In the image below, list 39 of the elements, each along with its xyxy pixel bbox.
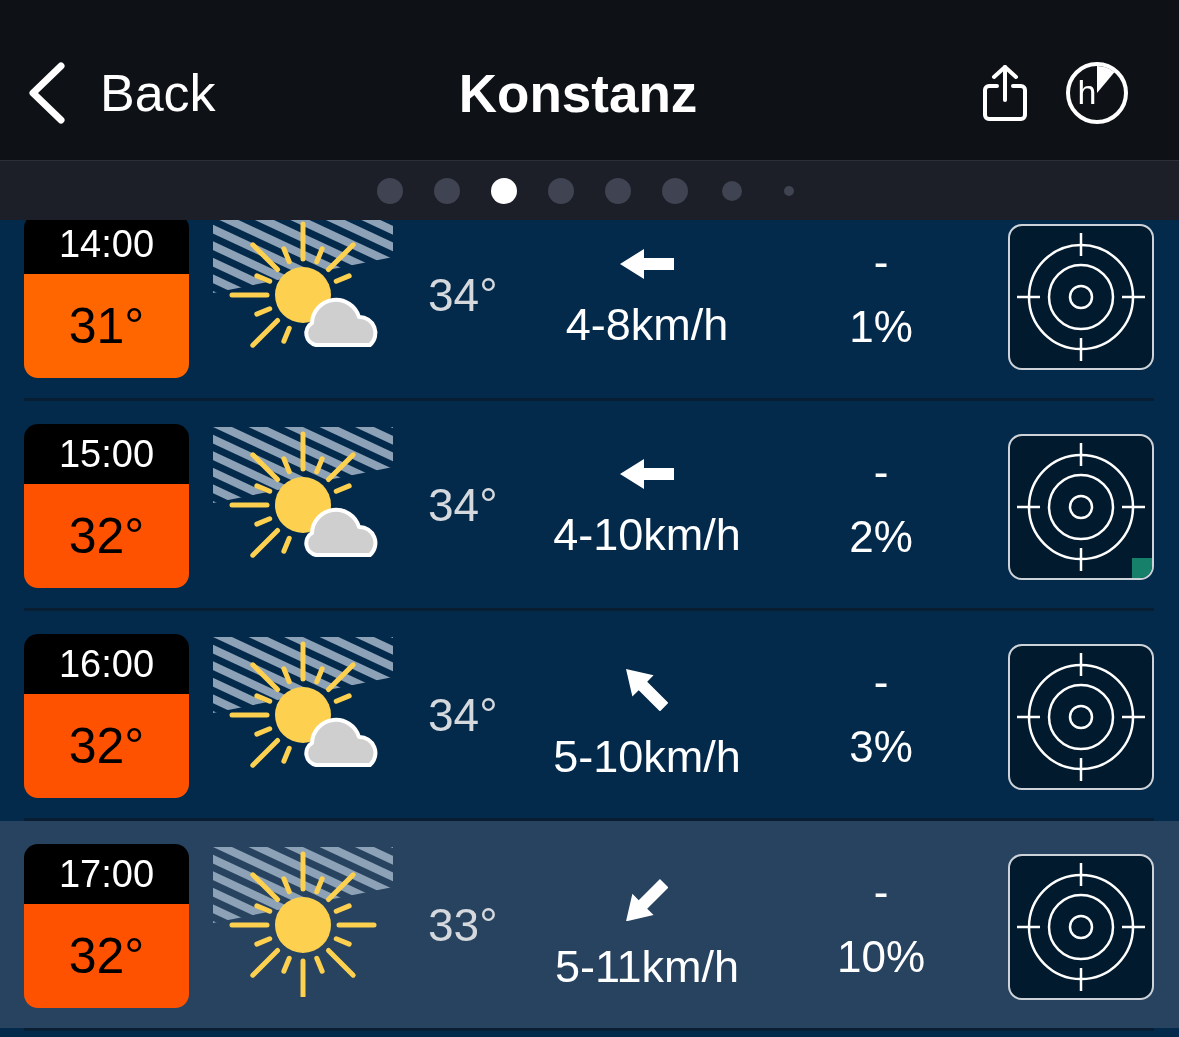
target-button[interactable] bbox=[1008, 644, 1154, 790]
crosshair-icon bbox=[1016, 232, 1146, 362]
time-label: 14:00 bbox=[24, 220, 189, 274]
temperature-label: 32° bbox=[24, 904, 189, 1008]
target-button[interactable] bbox=[1008, 854, 1154, 1000]
time-label: 17:00 bbox=[24, 844, 189, 904]
hour-mode-button[interactable]: h bbox=[1066, 62, 1128, 124]
hour-row[interactable]: 17:00 32° 33° 5-11km/h - 10% bbox=[0, 821, 1179, 1028]
city-title: Konstanz bbox=[458, 66, 698, 120]
feels-like-temperature: 33° bbox=[428, 902, 498, 948]
share-icon[interactable] bbox=[982, 64, 1028, 122]
precipitation-chance: 10% bbox=[836, 935, 926, 979]
crosshair-icon bbox=[1016, 652, 1146, 782]
precipitation-amount: - bbox=[873, 240, 889, 284]
precipitation-amount: - bbox=[873, 660, 889, 704]
precipitation-chance: 3% bbox=[849, 725, 913, 769]
wind-speed: 5-10km/h bbox=[553, 734, 741, 780]
back-button[interactable]: Back bbox=[28, 62, 216, 124]
target-button[interactable] bbox=[1008, 224, 1154, 370]
crosshair-icon bbox=[1016, 442, 1146, 572]
precipitation-chance: 1% bbox=[849, 305, 913, 349]
precipitation-amount: - bbox=[873, 450, 889, 494]
temperature-label: 31° bbox=[24, 274, 189, 378]
time-label: 15:00 bbox=[24, 424, 189, 484]
wind-speed: 4-8km/h bbox=[565, 302, 729, 347]
pie-wedge-icon bbox=[1097, 66, 1115, 93]
temperature-label: 32° bbox=[24, 484, 189, 588]
feels-like-temperature: 34° bbox=[428, 692, 498, 738]
chevron-left-icon bbox=[28, 62, 66, 124]
feels-like-temperature: 34° bbox=[428, 272, 498, 318]
precipitation-chance: 2% bbox=[849, 515, 913, 559]
temperature-label: 32° bbox=[24, 694, 189, 798]
wind-speed: 5-11km/h bbox=[554, 944, 740, 990]
wind-speed: 4-10km/h bbox=[553, 512, 741, 557]
feels-like-temperature: 34° bbox=[428, 482, 498, 528]
time-label: 16:00 bbox=[24, 634, 189, 694]
target-button[interactable] bbox=[1008, 434, 1154, 580]
crosshair-icon bbox=[1016, 862, 1146, 992]
precipitation-amount: - bbox=[873, 870, 889, 914]
